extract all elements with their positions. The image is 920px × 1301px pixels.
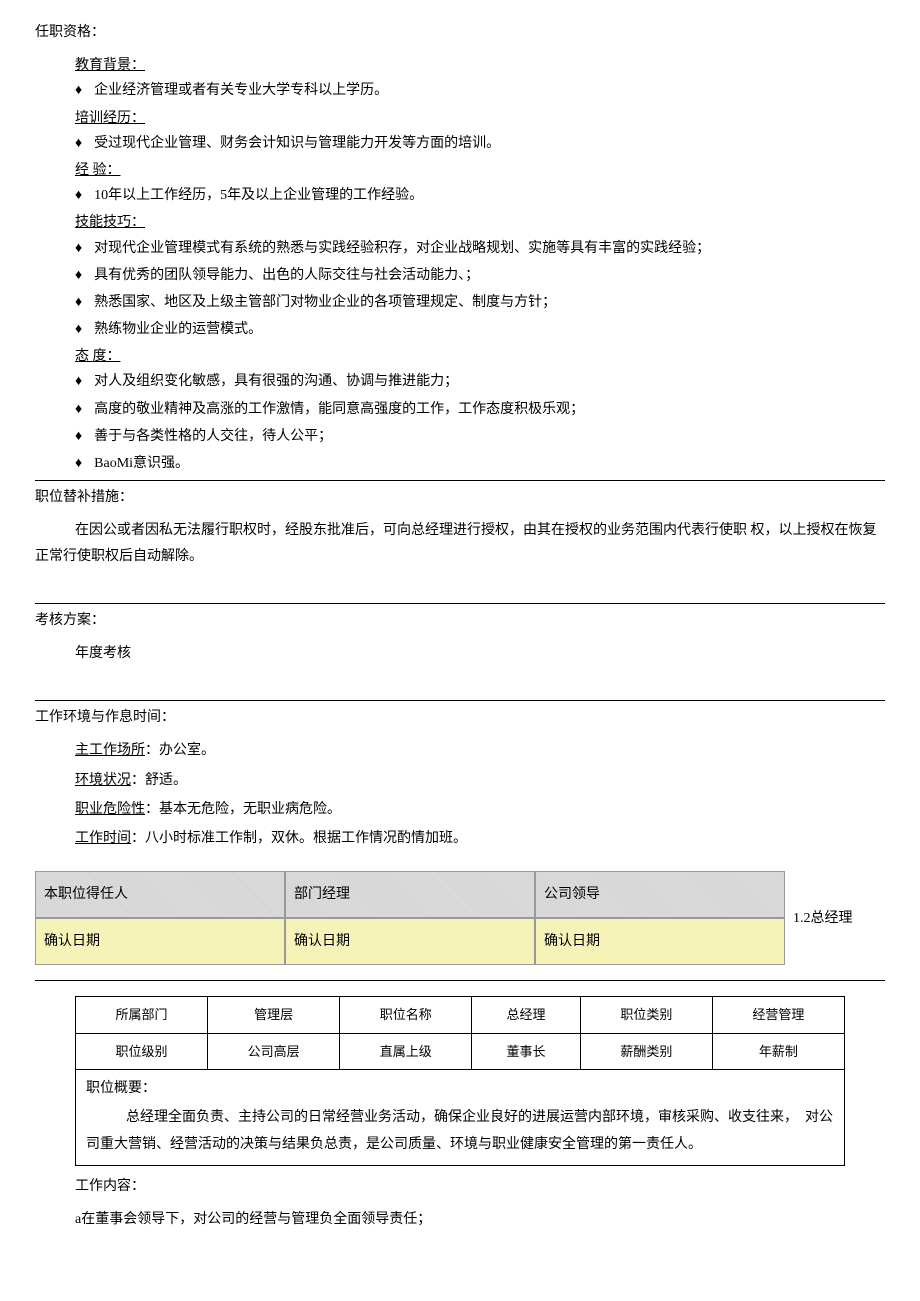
qualifications-title: 任职资格： <box>35 20 885 45</box>
environment-title: 工作环境与作息时间： <box>35 705 885 730</box>
sig-header-2: 部门经理 <box>285 871 535 918</box>
level-label: 职位级别 <box>76 1033 208 1069</box>
diamond-bullet-icon: ♦ <box>75 451 82 476</box>
diamond-bullet-icon: ♦ <box>75 183 82 208</box>
superior-value: 董事长 <box>472 1033 581 1069</box>
qualifications-section: 任职资格： 教育背景： ♦ 企业经济管理或者有关专业大学专科以上学历。 培训经历… <box>35 20 885 476</box>
experience-label: 经 验： <box>75 158 885 183</box>
risk-line: 职业危险性：基本无危险，无职业病危险。 <box>75 797 885 822</box>
summary-text: 总经理全面负责、主持公司的日常经营业务活动，确保企业良好的进展运营内部环境，审核… <box>86 1105 834 1158</box>
diamond-bullet-icon: ♦ <box>75 369 82 394</box>
diamond-bullet-icon: ♦ <box>75 424 82 449</box>
divider <box>35 700 885 701</box>
table-row: 职位级别 公司高层 直属上级 董事长 薪酬类别 年薪制 <box>76 1033 845 1069</box>
pos-name-label: 职位名称 <box>340 997 472 1033</box>
assessment-title: 考核方案： <box>35 608 885 633</box>
confirm-date-3: 确认日期 <box>535 918 785 965</box>
diamond-bullet-icon: ♦ <box>75 397 82 422</box>
condition-line: 环境状况：舒适。 <box>75 768 885 793</box>
sig-header-3: 公司领导 <box>535 871 785 918</box>
skills-item: ♦对现代企业管理模式有系统的熟悉与实践经验积存，对企业战略规划、实施等具有丰富的… <box>75 236 885 261</box>
pos-name-value: 总经理 <box>472 997 581 1033</box>
level-value: 公司高层 <box>208 1033 340 1069</box>
diamond-bullet-icon: ♦ <box>75 263 82 288</box>
dept-label: 所属部门 <box>76 997 208 1033</box>
education-label: 教育背景： <box>75 53 885 78</box>
table-row: 所属部门 管理层 职位名称 总经理 职位类别 经营管理 <box>76 997 845 1033</box>
info-table: 所属部门 管理层 职位名称 总经理 职位类别 经营管理 职位级别 公司高层 直属… <box>75 996 845 1070</box>
dept-value: 管理层 <box>208 997 340 1033</box>
confirm-date-2: 确认日期 <box>285 918 535 965</box>
work-content-title: 工作内容： <box>75 1174 885 1199</box>
diamond-bullet-icon: ♦ <box>75 236 82 261</box>
divider <box>35 980 885 981</box>
diamond-bullet-icon: ♦ <box>75 78 82 103</box>
attitude-item: ♦高度的敬业精神及高涨的工作激情，能同意高强度的工作，工作态度积极乐观； <box>75 397 885 422</box>
attitude-item: ♦BaoMi意识强。 <box>75 451 885 476</box>
diamond-bullet-icon: ♦ <box>75 290 82 315</box>
worktime-line: 工作时间：八小时标准工作制，双休。根据工作情况酌情加班。 <box>75 826 885 851</box>
diamond-bullet-icon: ♦ <box>75 131 82 156</box>
signature-table: 本职位得任人 部门经理 公司领导 确认日期 确认日期 确认日期 1.2总经理 <box>35 871 885 965</box>
divider <box>35 480 885 481</box>
substitute-text: 在因公或者因私无法履行职权时，经股东批准后，可向总经理进行授权，由其在授权的业务… <box>35 518 885 568</box>
assessment-section: 考核方案： 年度考核 <box>35 608 885 666</box>
attitude-item: ♦善于与各类性格的人交往，待人公平； <box>75 424 885 449</box>
confirm-date-1: 确认日期 <box>35 918 285 965</box>
assessment-text: 年度考核 <box>75 641 885 666</box>
training-item: ♦ 受过现代企业管理、财务会计知识与管理能力开发等方面的培训。 <box>75 131 885 156</box>
attitude-item: ♦对人及组织变化敏感，具有很强的沟通、协调与推进能力； <box>75 369 885 394</box>
skills-item: ♦熟练物业企业的运营模式。 <box>75 317 885 342</box>
work-content-item-a: a在董事会领导下，对公司的经营与管理负全面领导责任； <box>75 1207 885 1232</box>
section-number-label: 1.2总经理 <box>785 871 885 965</box>
sig-header-1: 本职位得任人 <box>35 871 285 918</box>
summary-title: 职位概要： <box>86 1076 834 1101</box>
salary-label: 薪酬类别 <box>580 1033 712 1069</box>
skills-item: ♦熟悉国家、地区及上级主管部门对物业企业的各项管理规定、制度与方针； <box>75 290 885 315</box>
divider <box>35 603 885 604</box>
training-label: 培训经历： <box>75 106 885 131</box>
skills-item: ♦具有优秀的团队领导能力、出色的人际交往与社会活动能力、； <box>75 263 885 288</box>
experience-item: ♦ 10年以上工作经历，5年及以上企业管理的工作经验。 <box>75 183 885 208</box>
skills-label: 技能技巧： <box>75 210 885 235</box>
education-item: ♦ 企业经济管理或者有关专业大学专科以上学历。 <box>75 78 885 103</box>
pos-cat-value: 经营管理 <box>712 997 844 1033</box>
diamond-bullet-icon: ♦ <box>75 317 82 342</box>
pos-cat-label: 职位类别 <box>580 997 712 1033</box>
summary-box: 职位概要： 总经理全面负责、主持公司的日常经营业务活动，确保企业良好的进展运营内… <box>75 1070 845 1165</box>
substitute-title: 职位替补措施： <box>35 485 885 510</box>
attitude-label: 态 度： <box>75 344 885 369</box>
environment-section: 工作环境与作息时间： 主工作场所：办公室。 环境状况：舒适。 职业危险性：基本无… <box>35 705 885 851</box>
salary-value: 年薪制 <box>712 1033 844 1069</box>
superior-label: 直属上级 <box>340 1033 472 1069</box>
workplace-line: 主工作场所：办公室。 <box>75 738 885 763</box>
substitute-section: 职位替补措施： 在因公或者因私无法履行职权时，经股东批准后，可向总经理进行授权，… <box>35 485 885 569</box>
